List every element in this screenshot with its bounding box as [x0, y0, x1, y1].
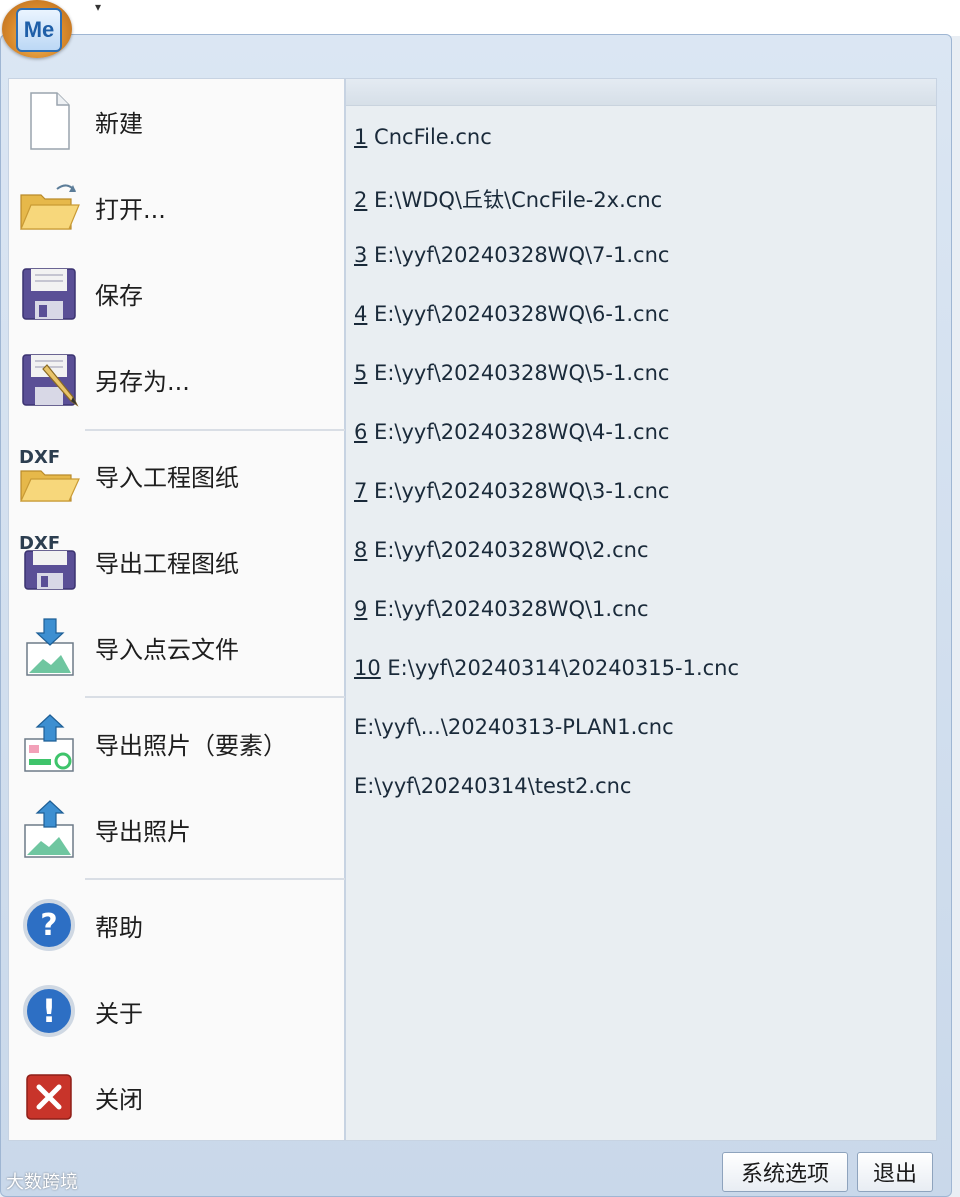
- recent-file-item[interactable]: 8 E:\yyf\20240328WQ\2.cnc: [354, 538, 649, 562]
- menu-separator: [85, 429, 345, 431]
- import-image-icon: [26, 618, 74, 676]
- menu-item-export-photo[interactable]: 导出照片: [9, 789, 344, 869]
- menu-separator: [85, 696, 345, 698]
- menu-item-about[interactable]: ! 关于: [9, 971, 344, 1051]
- menu-item-import-drawing[interactable]: DXF 导入工程图纸: [9, 435, 344, 515]
- info-icon: !: [23, 985, 75, 1037]
- menu-item-label: 新建: [95, 109, 143, 138]
- menu-item-label: 帮助: [95, 913, 143, 942]
- menu-item-label: 导入工程图纸: [95, 463, 239, 492]
- save-disk-icon: [22, 268, 76, 320]
- help-icon: ?: [23, 899, 75, 951]
- menu-item-label: 打开...: [95, 195, 166, 224]
- svg-text:?: ?: [40, 908, 57, 943]
- menu-item-export-drawing[interactable]: DXF 导出工程图纸: [9, 521, 344, 601]
- recent-file-item[interactable]: 1 CncFile.cnc: [354, 125, 492, 149]
- menu-item-label: 另存为...: [95, 367, 190, 396]
- recent-file-item[interactable]: 3 E:\yyf\20240328WQ\7-1.cnc: [354, 243, 669, 267]
- svg-text:!: !: [42, 992, 57, 1030]
- recent-file-item[interactable]: E:\yyf\20240314\test2.cnc: [354, 774, 631, 798]
- close-icon: [26, 1074, 72, 1120]
- menu-item-save-as[interactable]: 另存为...: [9, 339, 344, 419]
- title-bar: [0, 0, 960, 36]
- menu-item-close[interactable]: 关闭: [9, 1057, 344, 1137]
- export-photo-elements-icon: [24, 714, 74, 772]
- recent-file-item[interactable]: 6 E:\yyf\20240328WQ\4-1.cnc: [354, 420, 669, 444]
- app-logo: Me: [16, 8, 62, 52]
- quick-access-dropdown-icon[interactable]: ▾: [95, 0, 101, 14]
- menu-item-new[interactable]: 新建: [9, 81, 344, 161]
- export-photo-icon: [24, 800, 74, 858]
- watermark: 大数跨境: [6, 1172, 78, 1193]
- menu-item-label: 导出照片: [95, 817, 191, 846]
- menu-item-save[interactable]: 保存: [9, 253, 344, 333]
- recent-file-item[interactable]: E:\yyf\...\20240313-PLAN1.cnc: [354, 715, 674, 739]
- svg-text:DXF: DXF: [19, 447, 60, 468]
- recent-file-item[interactable]: 10 E:\yyf\20240314\20240315-1.cnc: [354, 656, 739, 680]
- menu-item-label: 导出工程图纸: [95, 549, 239, 578]
- recent-file-item[interactable]: 4 E:\yyf\20240328WQ\6-1.cnc: [354, 302, 669, 326]
- recent-file-item[interactable]: 5 E:\yyf\20240328WQ\5-1.cnc: [354, 361, 669, 385]
- menu-item-export-photo-elements[interactable]: 导出照片（要素）: [9, 703, 344, 783]
- application-button[interactable]: Me: [2, 0, 72, 58]
- menu-item-import-pointcloud[interactable]: 导入点云文件: [9, 607, 344, 687]
- system-options-button[interactable]: 系统选项: [722, 1152, 848, 1192]
- recent-file-item[interactable]: 9 E:\yyf\20240328WQ\1.cnc: [354, 597, 649, 621]
- new-file-icon: [30, 92, 70, 150]
- dxf-import-icon: DXF: [19, 447, 80, 502]
- save-as-icon: [22, 354, 79, 407]
- menu-item-label: 关于: [95, 999, 143, 1028]
- menu-item-open[interactable]: 打开...: [9, 167, 344, 247]
- open-folder-icon: [20, 184, 80, 230]
- command-list: 新建 打开... 保存 另存为... DXF 导入工程图纸 DXF 导出工程图纸…: [8, 78, 345, 1141]
- menu-item-label: 关闭: [95, 1085, 143, 1114]
- menu-item-label: 保存: [95, 281, 143, 310]
- menu-item-help[interactable]: ? 帮助: [9, 885, 344, 965]
- menu-item-label: 导出照片（要素）: [95, 731, 287, 760]
- exit-button[interactable]: 退出: [857, 1152, 933, 1192]
- menu-separator: [85, 878, 345, 880]
- recent-files-list: 1 CncFile.cnc 2 E:\WDQ\丘钛\CncFile-2x.cnc…: [345, 78, 937, 1141]
- recent-files-header: [346, 79, 936, 106]
- recent-file-item[interactable]: 7 E:\yyf\20240328WQ\3-1.cnc: [354, 479, 669, 503]
- dxf-export-icon: DXF: [19, 533, 76, 590]
- recent-file-item[interactable]: 2 E:\WDQ\丘钛\CncFile-2x.cnc: [354, 184, 662, 214]
- menu-item-label: 导入点云文件: [95, 635, 239, 664]
